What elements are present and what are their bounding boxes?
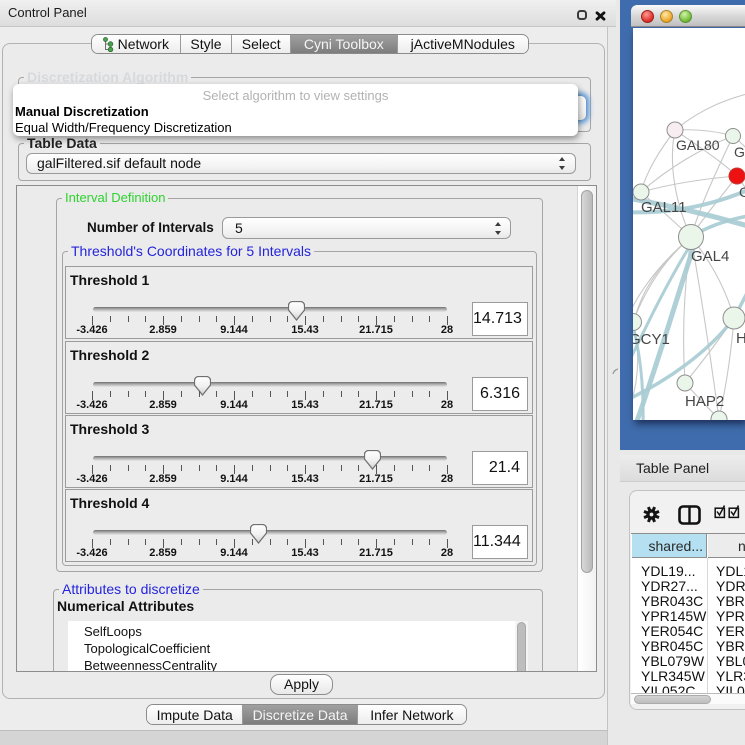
svg-text:H: H (736, 330, 745, 347)
svg-text:GAL80: GAL80 (676, 137, 720, 153)
svg-text:GAL11: GAL11 (641, 199, 687, 216)
svg-text:GAL4: GAL4 (691, 248, 729, 265)
svg-text:GCY1: GCY1 (633, 331, 670, 348)
svg-text:GA: GA (734, 144, 745, 160)
svg-text:HAP2: HAP2 (685, 393, 724, 410)
svg-text:C: C (739, 184, 745, 200)
